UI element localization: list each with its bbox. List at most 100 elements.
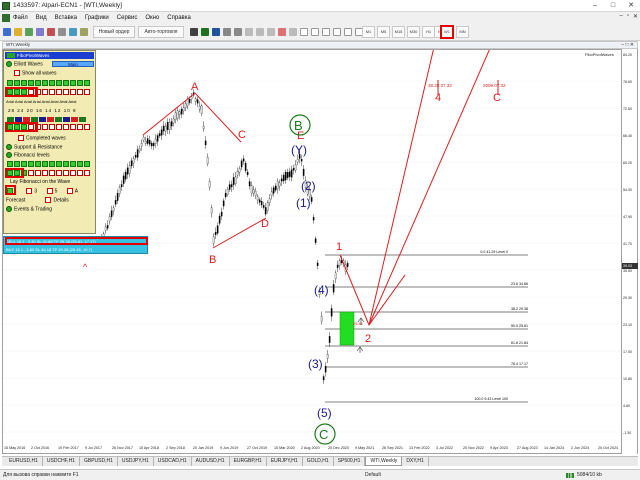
- fibo-cell[interactable]: [77, 170, 83, 176]
- menu-tools[interactable]: Сервис: [117, 15, 138, 21]
- degree-cell[interactable]: [84, 80, 90, 86]
- elliott-waves-row[interactable]: Elliott Waves: [6, 61, 43, 67]
- support-resistance-row[interactable]: Support & Resistance: [6, 144, 62, 150]
- font-size[interactable]: 24: [17, 108, 24, 113]
- font-name[interactable]: Arial: [68, 99, 76, 104]
- menu-charts[interactable]: Графики: [85, 15, 109, 21]
- symbol-tab-eurgbp-h1[interactable]: EURGBP,H1: [230, 457, 267, 466]
- font-name[interactable]: Arial: [51, 99, 59, 104]
- forecast-a-checkbox[interactable]: [66, 188, 73, 194]
- font-name[interactable]: Arial: [33, 99, 41, 104]
- chart-shift-icon[interactable]: [267, 28, 275, 36]
- degree-cell[interactable]: [42, 80, 48, 86]
- panel-title-bar[interactable]: FiboPivotWaves: [5, 52, 94, 59]
- font-name[interactable]: Arial: [6, 99, 14, 104]
- symbol-tab-usdchf-h1[interactable]: USDCHF,H1: [43, 457, 80, 466]
- terminal-icon[interactable]: [47, 28, 55, 36]
- color-swatch[interactable]: [71, 117, 78, 122]
- fibo-cell[interactable]: [49, 161, 55, 167]
- degree-cell[interactable]: [49, 80, 55, 86]
- fibo-cell[interactable]: [21, 161, 27, 167]
- show-all-row[interactable]: Show all waves: [14, 70, 56, 76]
- mdi-minimize-icon[interactable]: –: [619, 13, 622, 20]
- fibonacci-levels-row[interactable]: Fibonacci levels: [6, 152, 50, 158]
- elliott-toggle-icon[interactable]: [6, 61, 12, 67]
- fibonacci-toggle-icon[interactable]: [6, 152, 12, 158]
- symbol-tab-wti-weekly[interactable]: WTI,Weekly: [365, 457, 403, 466]
- font-name[interactable]: Arial: [42, 99, 50, 104]
- degree-cell[interactable]: [42, 89, 48, 95]
- font-name[interactable]: Arial: [59, 99, 67, 104]
- details-checkbox[interactable]: [45, 197, 52, 203]
- degree-cell[interactable]: [14, 80, 20, 86]
- period-w1[interactable]: W1: [440, 25, 454, 39]
- symbol-tab-sp500-h1[interactable]: SP500,H1: [334, 457, 366, 466]
- period-mn[interactable]: MN: [456, 26, 469, 38]
- chart-window-controls[interactable]: – □ ✕: [618, 42, 634, 48]
- line-chart-icon[interactable]: [212, 28, 220, 36]
- completed-cell[interactable]: [63, 124, 69, 130]
- indicators-icon[interactable]: [80, 28, 88, 36]
- font-name[interactable]: Arial: [15, 99, 23, 104]
- fibo-cell[interactable]: [35, 170, 41, 176]
- degree-cell[interactable]: [28, 80, 34, 86]
- completed-cell[interactable]: [42, 124, 48, 130]
- fibo-cell[interactable]: [63, 170, 69, 176]
- degree-cell[interactable]: [63, 80, 69, 86]
- symbol-tab-dxy-h1[interactable]: DXY,H1: [402, 457, 429, 466]
- show-all-checkbox[interactable]: [14, 70, 20, 76]
- vertical-line-icon[interactable]: [322, 28, 330, 36]
- menu-window[interactable]: Окно: [145, 15, 159, 21]
- period-m1[interactable]: M1: [362, 26, 375, 38]
- completed-waves-row[interactable]: Completed waves: [18, 135, 66, 141]
- crosshair-icon[interactable]: [69, 28, 77, 36]
- buy-signal-row[interactable]: BUY 18 1 : 3.60 SL 46.18 TP 29.38 (25.45…: [6, 247, 92, 252]
- degree-cell[interactable]: [56, 89, 62, 95]
- completed-cell[interactable]: [77, 124, 83, 130]
- fibo-cell[interactable]: [42, 161, 48, 167]
- mdi-restore-icon[interactable]: ▫: [627, 13, 629, 20]
- support-toggle-icon[interactable]: [6, 144, 12, 150]
- zoom-in-icon[interactable]: [223, 28, 231, 36]
- minimize-icon[interactable]: –: [586, 0, 604, 12]
- symbol-tab-usdjpy-h1[interactable]: USDJPY,H1: [118, 457, 154, 466]
- menu-view[interactable]: Вид: [36, 15, 47, 21]
- maximize-icon[interactable]: □: [604, 0, 622, 12]
- fibo-cell[interactable]: [84, 161, 90, 167]
- events-toggle-icon[interactable]: [6, 206, 12, 212]
- periods-icon[interactable]: [289, 28, 297, 36]
- lay-fibonacci-row[interactable]: Lay Fibonacci on the Wave: [10, 179, 70, 185]
- symbol-tab-usdcad-h1[interactable]: USDCAD,H1: [154, 457, 192, 466]
- font-name[interactable]: Arial: [24, 99, 32, 104]
- degree-cell[interactable]: [77, 89, 83, 95]
- horizontal-line-icon[interactable]: [333, 28, 341, 36]
- fibo-cell[interactable]: [14, 161, 20, 167]
- forecast-5-checkbox[interactable]: [46, 188, 53, 194]
- period-m15[interactable]: M15: [392, 26, 405, 38]
- fibo-cell[interactable]: [70, 161, 76, 167]
- completed-cell[interactable]: [84, 124, 90, 130]
- degree-cell[interactable]: [56, 80, 62, 86]
- chart-menu-icon[interactable]: [2, 13, 10, 22]
- degree-cell[interactable]: [70, 80, 76, 86]
- menu-insert[interactable]: Вставка: [55, 15, 77, 21]
- symbol-tab-gold-h1[interactable]: GOLD,H1: [303, 457, 334, 466]
- degree-cell[interactable]: [49, 89, 55, 95]
- degree-cell[interactable]: [35, 80, 41, 86]
- main-button[interactable]: Main: [52, 61, 94, 67]
- cursor-icon[interactable]: [300, 28, 308, 36]
- degree-cell[interactable]: [21, 80, 27, 86]
- completed-cell[interactable]: [70, 124, 76, 130]
- auto-trading-button[interactable]: Авто-торговля: [138, 26, 184, 38]
- period-m5[interactable]: M5: [377, 26, 390, 38]
- symbol-tab-audusd-h1[interactable]: AUDUSD,H1: [192, 457, 230, 466]
- color-swatch[interactable]: [47, 117, 54, 122]
- font-size[interactable]: 9: [73, 108, 77, 113]
- fibo-cell[interactable]: [42, 170, 48, 176]
- font-size[interactable]: 16: [36, 108, 43, 113]
- font-size[interactable]: 10: [64, 108, 71, 113]
- forecast-3-checkbox[interactable]: [26, 188, 33, 194]
- font-size[interactable]: 12: [54, 108, 61, 113]
- events-trading-row[interactable]: Events & Trading: [6, 206, 52, 212]
- degree-cell[interactable]: [63, 89, 69, 95]
